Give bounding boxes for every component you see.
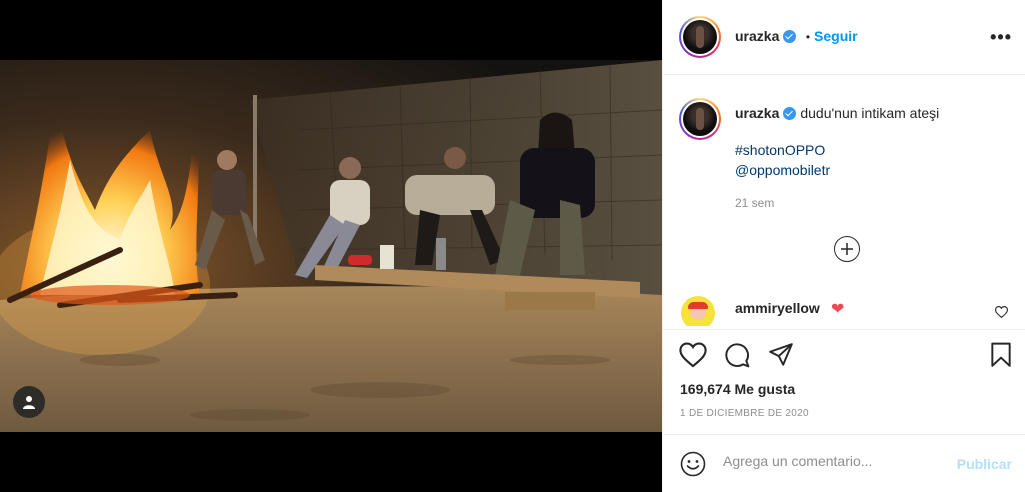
comment-like-heart-icon[interactable] <box>995 306 1008 318</box>
caption-author-avatar[interactable] <box>679 98 721 140</box>
caption-hashtag[interactable]: #shotonOPPO <box>735 142 825 158</box>
follow-button[interactable]: Seguir <box>814 28 858 44</box>
campfire-photo <box>0 60 662 432</box>
post-details-panel: urazka • Seguir ••• urazka dudu'nun intika… <box>662 0 1025 492</box>
heart-icon[interactable] <box>679 342 707 368</box>
post-media[interactable] <box>0 0 662 492</box>
user-tag-icon <box>23 396 35 409</box>
load-more-comments-button[interactable] <box>834 236 860 262</box>
post-date[interactable]: 1 de diciembre de 2020 <box>680 408 809 419</box>
more-options-icon[interactable]: ••• <box>990 27 1012 48</box>
author-line: urazka • Seguir <box>735 28 858 46</box>
caption-text: dudu'nun intikam ateşi <box>800 105 940 121</box>
author-avatar[interactable] <box>679 16 721 58</box>
post-actions: 169,674 Me gusta 1 de diciembre de 2020 <box>663 329 1025 429</box>
caption: urazka dudu'nun intikam ateşi <box>735 104 939 122</box>
commenter-username[interactable]: ammiryellow <box>735 300 820 316</box>
caption-time[interactable]: 21 sem <box>735 196 774 210</box>
publish-button[interactable]: Publicar <box>957 456 1012 472</box>
commenter-avatar[interactable] <box>681 296 715 326</box>
emoji-icon[interactable] <box>680 451 706 477</box>
comment-item: ammiryellow ❤ <box>663 292 1025 326</box>
caption-username[interactable]: urazka <box>735 105 779 121</box>
verified-icon <box>783 30 797 43</box>
share-icon[interactable] <box>767 342 795 368</box>
caption-mention[interactable]: @oppomobiletr <box>735 162 830 178</box>
author-username[interactable]: urazka <box>735 28 779 44</box>
comments-section: urazka dudu'nun intikam ateşi #shotonOPPO… <box>663 76 1025 326</box>
comment-input[interactable] <box>723 453 943 469</box>
user-tag-button[interactable] <box>13 386 45 418</box>
post-photo[interactable] <box>0 60 662 432</box>
add-comment-bar: Publicar <box>663 434 1025 492</box>
bookmark-icon[interactable] <box>988 342 1014 368</box>
comment-heart-emoji: ❤ <box>831 301 845 318</box>
likes-count[interactable]: 169,674 Me gusta <box>680 381 795 397</box>
post-header: urazka • Seguir ••• <box>663 0 1025 75</box>
separator-dot: • <box>805 30 811 44</box>
plus-circle-icon <box>841 243 853 255</box>
verified-icon <box>783 107 797 120</box>
comment-icon[interactable] <box>723 342 751 368</box>
